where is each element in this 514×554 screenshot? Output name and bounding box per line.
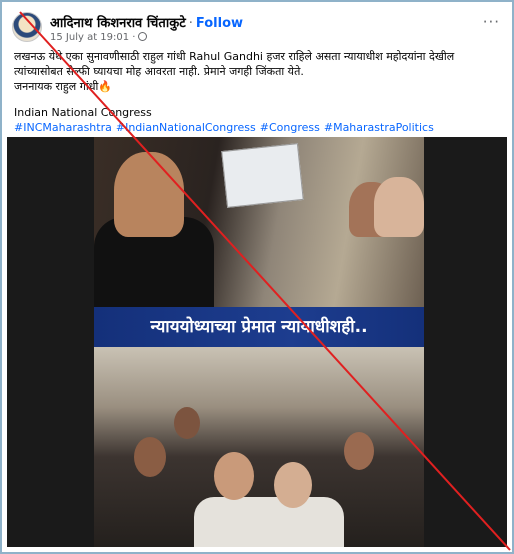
selfie-image (94, 137, 424, 307)
author-line: आदिनाथ किशनराव चिंताकुटे · Follow (50, 13, 243, 31)
crowd-face (134, 437, 166, 477)
hashtag-list: #INCMaharashtra #IndianNationalCongress #C… (14, 120, 506, 135)
more-options-icon[interactable]: ··· (483, 15, 500, 30)
page-mention: Indian National Congress (14, 106, 152, 119)
post-meta: 15 July at 19:01 · (50, 32, 148, 43)
post-timestamp[interactable]: 15 July at 19:01 · (50, 32, 135, 43)
crowd-image (94, 347, 424, 547)
lawyer-face (114, 152, 184, 237)
post-header: आदिनाथ किशनराव चिंताकुटे · Follow 15 July … (10, 10, 506, 46)
hashtag-link[interactable]: #Congress (260, 121, 320, 134)
post-card: आदिनाथ किशनराव चिंताकुटे · Follow 15 July … (0, 0, 514, 554)
hashtag-link[interactable]: #IndianNationalCongress (116, 121, 256, 134)
crowd-face (174, 407, 200, 439)
post-text-line: त्यांच्यासोबत सेल्फी घ्यायचा मोह आवरता न… (14, 65, 304, 78)
hashtag-link[interactable]: #MaharastraPolitics (324, 121, 434, 134)
separator-dot: · (188, 16, 193, 31)
crowd-face (214, 452, 254, 500)
desk-box (221, 143, 304, 208)
crowd-face (344, 432, 374, 470)
post-text-line: जननायक राहुल गांधी🔥 (14, 80, 113, 93)
follow-button[interactable]: Follow (196, 16, 243, 31)
globe-icon (138, 32, 148, 41)
photo-banner: न्याययोध्याच्या प्रेमात न्यायाधीशही.. (94, 307, 424, 347)
hashtag-link[interactable]: #INCMaharashtra (14, 121, 112, 134)
post-body: लखनऊ येथे एका सुनावणीसाठी राहुल गांधी Ra… (14, 49, 506, 135)
person-face (374, 177, 424, 237)
post-text-line: लखनऊ येथे एका सुनावणीसाठी राहुल गांधी Ra… (14, 50, 455, 63)
author-name[interactable]: आदिनाथ किशनराव चिंताकुटे (50, 16, 186, 31)
crowd-shirt (194, 497, 344, 547)
crowd-face (274, 462, 312, 508)
avatar[interactable] (12, 12, 42, 42)
post-photo[interactable]: न्याययोध्याच्या प्रेमात न्यायाधीशही.. (7, 137, 507, 547)
